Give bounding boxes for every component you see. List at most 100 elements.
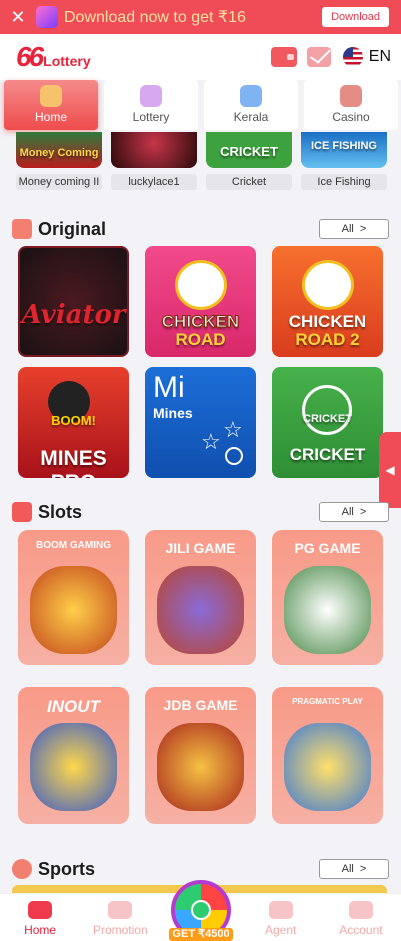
tab-home[interactable]: Home <box>4 80 98 130</box>
game-art-text: CRICKET <box>220 144 278 159</box>
bomb-outline-icon <box>225 447 243 465</box>
cricket-ball-icon <box>302 385 352 435</box>
game-tile-chicken-road-2[interactable]: CHICKEN ROAD 2 <box>272 246 383 357</box>
star-icon: ☆ <box>223 417 243 442</box>
slot-provider-pg[interactable]: PG GAME <box>272 530 383 665</box>
all-label: All <box>341 506 354 518</box>
chevron-right-icon: > <box>359 863 367 875</box>
provider-name: JILI GAME <box>165 540 236 556</box>
section-title: Sports <box>38 858 96 879</box>
game-tile-mines[interactable]: Mi Mines ☆ ☆ <box>145 367 256 478</box>
original-all-button[interactable]: All > <box>319 219 389 239</box>
provider-name: PRAGMATIC PLAY <box>292 697 363 706</box>
game-title: CHICKEN <box>161 312 240 332</box>
section-sports-header: Sports All > <box>12 857 389 881</box>
tab-lottery[interactable]: Lottery <box>104 80 198 130</box>
nav-label: Promotion <box>92 923 148 937</box>
wheel-reward-label: GET ₹4500 <box>169 928 233 941</box>
tab-label: Home <box>34 110 67 124</box>
tab-label: Lottery <box>132 110 170 124</box>
game-card-ice-fishing[interactable]: ICE FISHING <box>301 132 387 168</box>
logo[interactable]: 66 Lottery <box>16 43 91 71</box>
dice-icon <box>12 219 32 239</box>
logo-text: Lottery <box>43 53 91 69</box>
provider-artwork <box>30 566 117 654</box>
provider-artwork <box>30 723 117 811</box>
nav-promotion[interactable]: Promotion <box>80 894 160 941</box>
nav-agent[interactable]: Agent <box>241 894 321 941</box>
provider-artwork <box>284 566 371 654</box>
lucky-wheel-button[interactable]: GET ₹4500 <box>167 880 235 941</box>
close-icon[interactable]: ✕ <box>0 0 36 34</box>
game-card-luckylace[interactable] <box>111 132 197 168</box>
us-flag-icon[interactable] <box>342 47 363 67</box>
tab-label: Casino <box>332 110 370 124</box>
provider-artwork <box>157 723 244 811</box>
mail-icon[interactable] <box>306 47 331 67</box>
wheel-center <box>191 900 211 920</box>
game-subtitle: ROAD <box>175 330 226 349</box>
category-tabs: Home Lottery Kerala Casino <box>0 80 401 132</box>
star-icon: ☆ <box>201 429 221 454</box>
game-badge: BOOM! <box>51 413 96 428</box>
provider-name: BOOM GAMING <box>36 540 111 551</box>
download-button[interactable]: Download <box>322 7 389 27</box>
nav-label: Agent <box>265 923 297 937</box>
game-title: Aviator <box>21 300 126 330</box>
game-title: CRICKET <box>289 445 366 464</box>
tab-kerala[interactable]: Kerala <box>204 80 298 130</box>
game-tile-mines-pro[interactable]: BOOM! MINES PRO <box>18 367 129 478</box>
ticket-icon <box>240 85 262 107</box>
game-tile-aviator[interactable]: Aviator <box>18 246 129 357</box>
side-drawer-tab[interactable]: ◀ <box>379 432 401 508</box>
gamepad-icon <box>28 901 53 919</box>
recent-games: Money Coming Money coming II luckylace1 … <box>0 132 401 192</box>
game-title: MINES PRO <box>40 447 107 478</box>
game-tile-cricket[interactable]: CRICKET CRICKET <box>272 367 383 478</box>
provider-name: JDB GAME <box>163 697 238 713</box>
nav-home[interactable]: Home <box>0 894 80 941</box>
chicken-mascot-icon <box>302 260 354 310</box>
nav-label: Home <box>24 923 57 937</box>
tab-casino[interactable]: Casino <box>304 80 398 130</box>
provider-name: PG GAME <box>294 540 361 556</box>
crown-icon <box>268 901 293 919</box>
game-subtitle: Mines <box>153 405 193 421</box>
slots-all-button[interactable]: All > <box>319 502 389 522</box>
section-title: Slots <box>38 501 83 522</box>
wallet-icon[interactable] <box>270 47 297 67</box>
home-category-icon <box>40 85 62 107</box>
chevron-right-icon: > <box>359 223 367 235</box>
chicken-mascot-icon <box>175 260 227 310</box>
section-slots-header: Slots All > <box>12 500 389 524</box>
slot-provider-boom-gaming[interactable]: BOOM GAMING <box>18 530 129 665</box>
game-art-text: Money Coming <box>19 147 99 159</box>
sports-all-button[interactable]: All > <box>319 859 389 879</box>
arrow-left-icon: ◀ <box>385 463 395 477</box>
game-label: luckylace1 <box>111 174 197 190</box>
download-banner: ✕ Download now to get ₹16 Download <box>0 0 401 34</box>
game-label: Money coming II <box>16 174 102 190</box>
user-icon <box>348 901 373 919</box>
gift-icon <box>108 901 133 919</box>
game-label: Ice Fishing <box>301 174 387 190</box>
download-message: Download now to get ₹16 <box>64 9 246 26</box>
all-label: All <box>341 863 354 875</box>
game-card-cricket[interactable]: CRICKET <box>206 132 292 168</box>
logo-number: 66 <box>16 41 44 72</box>
game-subtitle: ROAD 2 <box>295 330 360 349</box>
game-tile-chicken-road[interactable]: CHICKEN ROAD <box>145 246 256 357</box>
section-original-header: Original All > <box>12 217 389 241</box>
game-card-money-coming[interactable]: Money Coming <box>16 132 102 168</box>
slot-provider-pragmatic[interactable]: PRAGMATIC PLAY <box>272 687 383 824</box>
chevron-right-icon: > <box>359 506 367 518</box>
app-icon <box>36 6 58 28</box>
nav-label: Account <box>339 923 383 937</box>
slot-provider-jdb[interactable]: JDB GAME <box>145 687 256 824</box>
tab-label: Kerala <box>233 110 269 124</box>
soccer-ball-icon <box>12 859 32 879</box>
slot-provider-jili[interactable]: JILI GAME <box>145 530 256 665</box>
slot-provider-inout[interactable]: INOUT <box>18 687 129 824</box>
nav-account[interactable]: Account <box>321 894 401 941</box>
language-selector[interactable]: EN <box>369 48 391 66</box>
